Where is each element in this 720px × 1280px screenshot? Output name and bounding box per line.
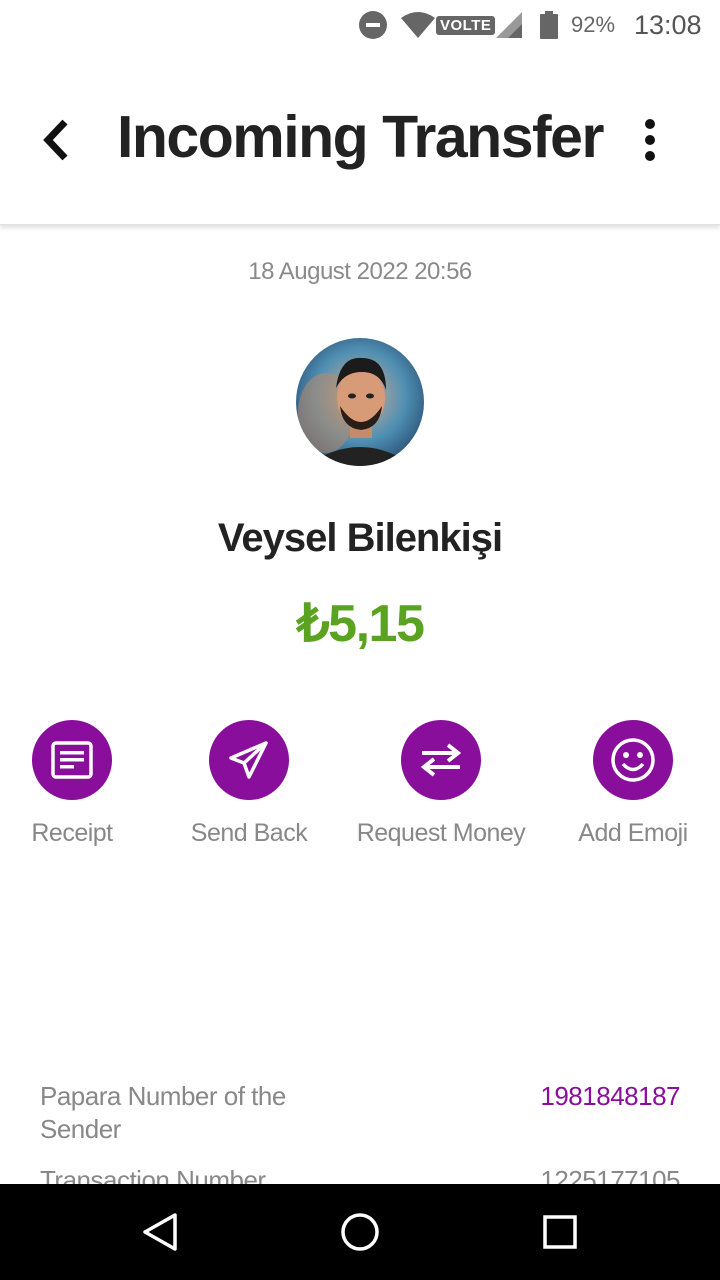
more-options-button[interactable] bbox=[628, 105, 672, 175]
request-money-button[interactable]: Request Money bbox=[356, 720, 526, 849]
receipt-button[interactable]: Receipt bbox=[0, 720, 157, 849]
send-icon bbox=[209, 720, 289, 800]
status-bar: VOLTE 92% 13:08 bbox=[0, 0, 720, 50]
receipt-icon bbox=[32, 720, 112, 800]
transaction-date: 18 August 2022 20:56 bbox=[248, 258, 472, 285]
battery-percent: 92% bbox=[571, 12, 616, 37]
do-not-disturb-icon bbox=[358, 0, 388, 50]
nav-home-button[interactable] bbox=[334, 1206, 386, 1258]
page-title: Incoming Transfer bbox=[117, 104, 604, 170]
add-emoji-button[interactable]: Add Emoji bbox=[548, 720, 718, 849]
avatar bbox=[296, 338, 424, 466]
battery-icon bbox=[539, 0, 559, 50]
signal-icon bbox=[494, 0, 524, 50]
back-button[interactable] bbox=[30, 105, 82, 175]
clock: 13:08 bbox=[634, 9, 702, 40]
nav-recents-button[interactable] bbox=[534, 1206, 586, 1258]
more-vertical-icon bbox=[645, 119, 655, 161]
app-bar: Incoming Transfer bbox=[0, 50, 720, 225]
smile-icon bbox=[593, 720, 673, 800]
chevron-left-icon bbox=[43, 119, 68, 161]
system-nav-bar bbox=[0, 1184, 720, 1280]
transfer-amount: ₺5,15 bbox=[296, 595, 425, 653]
add-emoji-label: Add Emoji bbox=[578, 819, 688, 847]
send-back-button[interactable]: Send Back bbox=[164, 720, 334, 849]
receipt-label: Receipt bbox=[31, 819, 113, 847]
nav-back-icon bbox=[143, 1213, 177, 1251]
nav-back-button[interactable] bbox=[134, 1206, 186, 1258]
nav-recents-icon bbox=[543, 1215, 577, 1249]
volte-badge: VOLTE bbox=[436, 0, 496, 50]
detail-label: Papara Number of the Sender bbox=[40, 1081, 286, 1144]
exchange-icon bbox=[401, 720, 481, 800]
send-back-label: Send Back bbox=[190, 819, 308, 847]
sender-papara-number[interactable]: 1981848187 bbox=[540, 1080, 680, 1113]
sender-name: Veysel Bilenkişi bbox=[217, 516, 503, 560]
nav-home-icon bbox=[341, 1213, 379, 1251]
wifi-icon bbox=[400, 0, 436, 50]
request-money-label: Request Money bbox=[356, 819, 526, 847]
